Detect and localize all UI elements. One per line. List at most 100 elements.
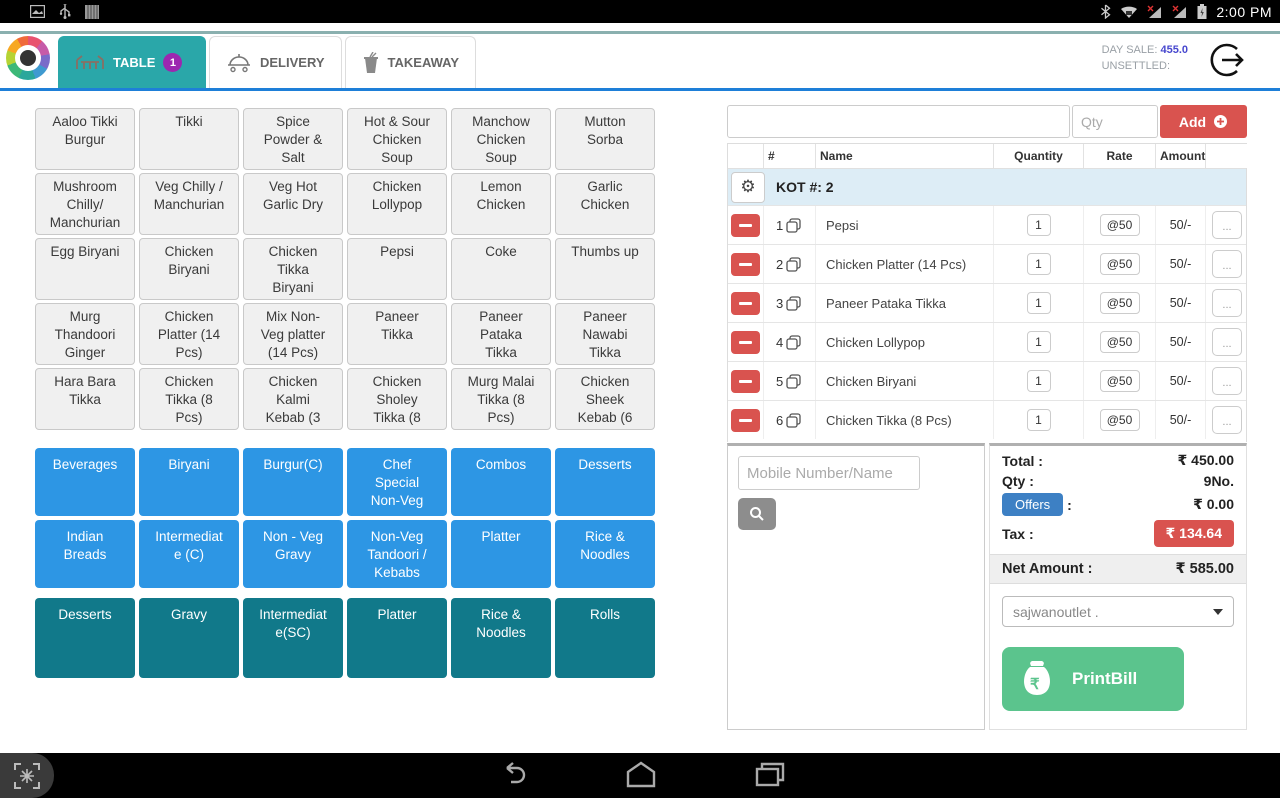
print-bill-button[interactable]: ₹ PrintBill [1002,647,1184,711]
menu-item[interactable]: Chicken Lollypop [347,173,447,235]
menu-item[interactable]: Hot & Sour Chicken Soup [347,108,447,170]
menu-item[interactable]: Paneer Tikka [347,303,447,365]
menu-item[interactable]: Manchow Chicken Soup [451,108,551,170]
category-button[interactable]: Burgur(C) [243,448,343,516]
tax-value-chip[interactable]: ₹ 134.64 [1154,520,1234,547]
outlet-dropdown[interactable]: sajwanoutlet . [1002,596,1234,627]
tab-table[interactable]: TABLE 1 [58,36,206,88]
remove-item-button[interactable] [731,331,760,354]
category-button[interactable]: Biryani [139,448,239,516]
menu-item[interactable]: Lemon Chicken [451,173,551,235]
recents-icon[interactable] [753,760,787,790]
scan-shortcut-button[interactable] [0,753,54,798]
item-qty-box[interactable]: 1 [1027,331,1051,353]
offers-button[interactable]: Offers [1002,493,1063,516]
item-qty-box[interactable]: 1 [1027,370,1051,392]
customer-search-button[interactable] [738,498,776,530]
category-button[interactable]: Rice & Noodles [451,598,551,678]
tab-delivery[interactable]: DELIVERY [209,36,342,88]
menu-item[interactable]: Chicken Sheek Kebab (6 [555,368,655,430]
item-rate-box[interactable]: @50 [1100,331,1140,353]
menu-item[interactable]: Mix Non- Veg platter (14 Pcs) [243,303,343,365]
category-button[interactable]: Indian Breads [35,520,135,588]
item-rate-box[interactable]: @50 [1100,370,1140,392]
item-search-input[interactable] [727,105,1070,138]
menu-item[interactable]: Chicken Tikka (8 Pcs) [139,368,239,430]
menu-item[interactable]: Mutton Sorba [555,108,655,170]
row-more-button[interactable]: ... [1212,211,1242,239]
category-button[interactable]: Platter [347,598,447,678]
row-more-button[interactable]: ... [1212,328,1242,356]
category-button[interactable]: Beverages [35,448,135,516]
menu-item[interactable]: Spice Powder & Salt [243,108,343,170]
category-button[interactable]: Desserts [555,448,655,516]
remove-item-button[interactable] [731,292,760,315]
qty-input[interactable] [1072,105,1158,138]
copy-icon[interactable] [786,413,801,428]
home-icon[interactable] [624,760,658,790]
category-button[interactable]: Intermediat e(SC) [243,598,343,678]
remove-item-button[interactable] [731,409,760,432]
item-qty-box[interactable]: 1 [1027,253,1051,275]
row-more-button[interactable]: ... [1212,289,1242,317]
category-button[interactable]: Chef Special Non-Veg [347,448,447,516]
item-qty-box[interactable]: 1 [1027,409,1051,431]
item-qty-box[interactable]: 1 [1027,214,1051,236]
back-icon[interactable] [497,760,529,790]
menu-item[interactable]: Chicken Sholey Tikka (8 [347,368,447,430]
menu-item[interactable]: Murg Malai Tikka (8 Pcs) [451,368,551,430]
menu-item[interactable]: Garlic Chicken [555,173,655,235]
tab-takeaway[interactable]: TAKEAWAY [345,36,477,88]
item-name: Paneer Pataka Tikka [816,284,994,322]
category-button[interactable]: Platter [451,520,551,588]
category-button[interactable]: Non-Veg Tandoori / Kebabs [347,520,447,588]
add-item-button[interactable]: Add [1160,105,1247,138]
menu-item[interactable]: Pepsi [347,238,447,300]
copy-icon[interactable] [786,374,801,389]
menu-item[interactable]: Veg Hot Garlic Dry [243,173,343,235]
menu-item[interactable]: Paneer Nawabi Tikka [555,303,655,365]
copy-icon[interactable] [786,257,801,272]
category-button[interactable]: Desserts [35,598,135,678]
menu-item[interactable]: Aaloo Tikki Burgur [35,108,135,170]
row-more-button[interactable]: ... [1212,250,1242,278]
menu-item[interactable]: Mushroom Chilly/ Manchurian [35,173,135,235]
remove-item-button[interactable] [731,214,760,237]
order-row: 3 Paneer Pataka Tikka 1 @50 50/- ... [728,283,1246,322]
row-more-button[interactable]: ... [1212,406,1242,434]
category-button[interactable]: Gravy [139,598,239,678]
category-button[interactable]: Non - Veg Gravy [243,520,343,588]
copy-icon[interactable] [786,335,801,350]
item-rate-box[interactable]: @50 [1100,253,1140,275]
copy-icon[interactable] [786,296,801,311]
menu-item[interactable]: Veg Chilly / Manchurian [139,173,239,235]
category-button[interactable]: Rolls [555,598,655,678]
copy-icon[interactable] [786,218,801,233]
menu-item[interactable]: Hara Bara Tikka [35,368,135,430]
app-logo[interactable] [6,36,50,80]
item-rate-box[interactable]: @50 [1100,292,1140,314]
remove-item-button[interactable] [731,253,760,276]
menu-item[interactable]: Chicken Kalmi Kebab (3 [243,368,343,430]
menu-item[interactable]: Chicken Platter (14 Pcs) [139,303,239,365]
item-qty-box[interactable]: 1 [1027,292,1051,314]
menu-item[interactable]: Paneer Pataka Tikka [451,303,551,365]
category-button[interactable]: Intermediat e (C) [139,520,239,588]
menu-item[interactable]: Chicken Tikka Biryani [243,238,343,300]
item-rate-box[interactable]: @50 [1100,214,1140,236]
menu-item[interactable]: Chicken Biryani [139,238,239,300]
logout-icon[interactable] [1208,40,1248,80]
menu-item[interactable]: Thumbs up [555,238,655,300]
menu-item[interactable]: Tikki [139,108,239,170]
item-rate-box[interactable]: @50 [1100,409,1140,431]
category-button[interactable]: Rice & Noodles [555,520,655,588]
kot-settings-button[interactable]: ⚙ [731,172,765,203]
row-more-button[interactable]: ... [1212,367,1242,395]
remove-item-button[interactable] [731,370,760,393]
menu-item[interactable]: Egg Biryani [35,238,135,300]
item-amount: 50/- [1170,413,1192,427]
customer-search-input[interactable] [738,456,920,490]
menu-item[interactable]: Murg Thandoori Ginger [35,303,135,365]
category-button[interactable]: Combos [451,448,551,516]
menu-item[interactable]: Coke [451,238,551,300]
